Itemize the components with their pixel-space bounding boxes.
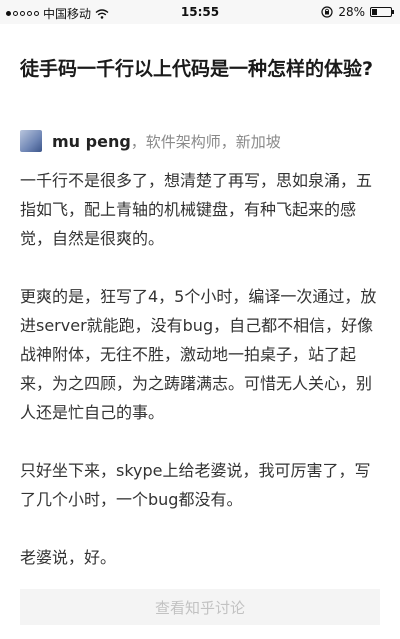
lock-rotation-icon xyxy=(321,6,333,18)
author-row[interactable]: mu peng ，软件架构师，新加坡 xyxy=(20,130,281,152)
answer-paragraph: 一千行不是很多了，想清楚了再写，思如泉涌，五指如飞，配上青轴的机械键盘，有种飞起… xyxy=(20,171,373,248)
author-name[interactable]: mu peng xyxy=(52,132,131,151)
answer-body: 一千行不是很多了，想清楚了再写，思如泉涌，五指如飞，配上青轴的机械键盘，有种飞起… xyxy=(20,166,382,601)
view-discussion-button[interactable]: 查看知乎讨论 xyxy=(20,589,380,625)
battery-icon xyxy=(370,7,394,17)
status-right: 28% xyxy=(321,5,394,19)
answer-paragraph: 老婆说，好。 xyxy=(20,548,117,567)
answer-view: 徒手码一千行以上代码是一种怎样的体验? mu peng ，软件架构师，新加坡 一… xyxy=(0,24,400,639)
question-title[interactable]: 徒手码一千行以上代码是一种怎样的体验? xyxy=(20,54,380,84)
author-title: ，软件架构师，新加坡 xyxy=(130,132,281,151)
battery-level xyxy=(372,9,377,15)
answer-paragraph: 只好坐下来，skype上给老婆说，我可厉害了，写了几个小时，一个bug都没有。 xyxy=(20,461,371,509)
status-bar: 中国移动 15:55 28% xyxy=(0,0,400,24)
avatar[interactable] xyxy=(20,130,42,152)
answer-paragraph: 更爽的是，狂写了4，5个小时，编译一次通过，放进server就能跑，没有bug，… xyxy=(20,287,377,422)
battery-percent: 28% xyxy=(338,5,365,19)
